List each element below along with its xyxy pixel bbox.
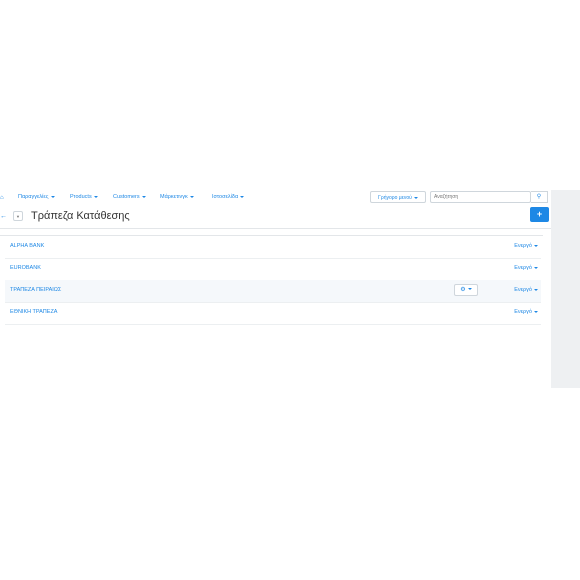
bank-name-link[interactable]: ΕΘΝΙΚΗ ΤΡΑΠΕΖΑ xyxy=(10,309,57,315)
nav-item-website[interactable]: Ιστοσελίδα xyxy=(212,194,245,200)
status-dropdown[interactable]: Ενεργό xyxy=(514,287,538,293)
nav-item-label: Ιστοσελίδα xyxy=(212,194,239,200)
page-header: ← ▼ Τράπεζα Κατάθεσης + xyxy=(0,207,551,229)
add-button[interactable]: + xyxy=(530,207,549,222)
status-label: Ενεργό xyxy=(514,287,532,293)
page-title: Τράπεζα Κατάθεσης xyxy=(31,210,130,222)
nav-item-orders[interactable]: Παραγγελίες xyxy=(18,194,55,200)
nav-item-products[interactable]: Products xyxy=(70,194,98,200)
row-actions-button[interactable]: ⚙ xyxy=(454,284,478,296)
caret-down-icon xyxy=(534,310,538,313)
status-label: Ενεργό xyxy=(514,309,532,315)
caret-down-icon xyxy=(50,195,55,198)
caret-down-icon xyxy=(534,244,538,247)
bank-list: ALPHA BANK Ενεργό EUROBANK Ενεργό ΤΡΑΠΕΖ… xyxy=(0,235,543,336)
quick-menu-button[interactable]: Γρήγορο μενού xyxy=(370,191,426,203)
search-button[interactable]: ⚲ xyxy=(531,191,548,203)
top-navigation: ⌂ Παραγγελίες Products Customers Μάρκετι… xyxy=(0,190,551,206)
nav-item-label: Μάρκετινγκ xyxy=(160,194,188,200)
list-item[interactable]: ALPHA BANK Ενεργό xyxy=(5,236,541,259)
caret-down-icon xyxy=(413,196,418,199)
status-dropdown[interactable]: Ενεργό xyxy=(514,265,538,271)
caret-down-icon xyxy=(189,195,194,198)
list-item[interactable]: ΕΘΝΙΚΗ ΤΡΑΠΕΖΑ Ενεργό xyxy=(5,302,541,325)
app-window: ⌂ Παραγγελίες Products Customers Μάρκετι… xyxy=(0,190,551,388)
dropdown-toggle-button[interactable]: ▼ xyxy=(13,211,23,221)
list-item[interactable]: EUROBANK Ενεργό xyxy=(5,258,541,281)
status-label: Ενεργό xyxy=(514,243,532,249)
bank-name-link[interactable]: ALPHA BANK xyxy=(10,243,44,249)
bank-name-link[interactable]: EUROBANK xyxy=(10,265,41,271)
quick-menu-label: Γρήγορο μενού xyxy=(378,195,412,201)
search-input[interactable] xyxy=(430,191,531,203)
right-side-panel xyxy=(551,190,580,388)
caret-down-icon xyxy=(240,195,245,198)
list-item[interactable]: ΤΡΑΠΕΖΑ ΠΕΙΡΑΙΩΣ ⚙ Ενεργό xyxy=(5,280,541,303)
home-icon[interactable]: ⌂ xyxy=(0,195,4,201)
nav-item-customers[interactable]: Customers xyxy=(113,194,146,200)
plus-icon: + xyxy=(536,209,543,219)
nav-item-label: Παραγγελίες xyxy=(18,194,49,200)
bank-name-link[interactable]: ΤΡΑΠΕΖΑ ΠΕΙΡΑΙΩΣ xyxy=(10,287,61,293)
nav-item-label: Products xyxy=(70,194,92,200)
nav-item-label: Customers xyxy=(113,194,140,200)
caret-down-icon xyxy=(534,288,538,291)
caret-down-icon xyxy=(141,195,146,198)
status-label: Ενεργό xyxy=(514,265,532,271)
arrow-left-icon[interactable]: ← xyxy=(0,211,8,222)
search-icon: ⚲ xyxy=(536,194,542,200)
status-dropdown[interactable]: Ενεργό xyxy=(514,243,538,249)
caret-down-icon xyxy=(93,195,98,198)
caret-down-icon xyxy=(534,266,538,269)
status-dropdown[interactable]: Ενεργό xyxy=(514,309,538,315)
nav-item-marketing[interactable]: Μάρκετινγκ xyxy=(160,194,194,200)
gear-icon: ⚙ xyxy=(460,287,466,293)
caret-down-icon xyxy=(467,288,472,291)
